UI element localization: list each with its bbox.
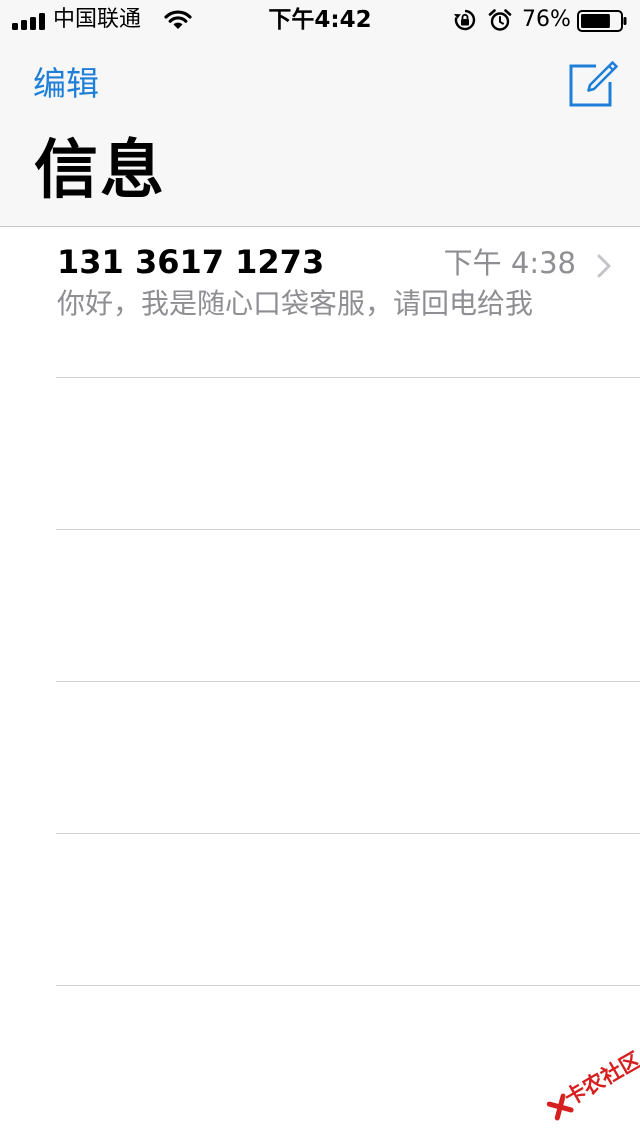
page-title: 信息 [34, 134, 166, 208]
list-separator [56, 377, 640, 378]
conversation-sender: 131 3617 1273 [57, 243, 325, 281]
list-separator [56, 833, 640, 834]
list-separator [56, 681, 640, 682]
navigation-bar: 编辑 信息 [0, 40, 640, 227]
edit-button[interactable]: 编辑 [33, 62, 99, 106]
rotation-lock-icon [454, 9, 476, 31]
list-separator [56, 985, 640, 986]
conversation-time: 下午 4:38 [443, 246, 576, 280]
watermark-text: 卡农社区 [560, 1047, 640, 1111]
watermark: 卡农社区 [522, 1020, 640, 1139]
chevron-right-icon [597, 254, 611, 278]
conversation-preview: 你好，我是随心口袋客服，请回电给我 [57, 287, 534, 320]
list-separator [56, 529, 640, 530]
battery-percentage: 76% [522, 7, 571, 32]
status-bar: 中国联通 下午4:42 76% [0, 0, 640, 40]
alarm-icon [488, 9, 512, 31]
conversation-row[interactable]: 131 3617 1273 下午 4:38 你好，我是随心口袋客服，请回电给我 [0, 227, 640, 377]
compose-icon[interactable] [568, 60, 618, 110]
battery-icon [577, 10, 627, 32]
